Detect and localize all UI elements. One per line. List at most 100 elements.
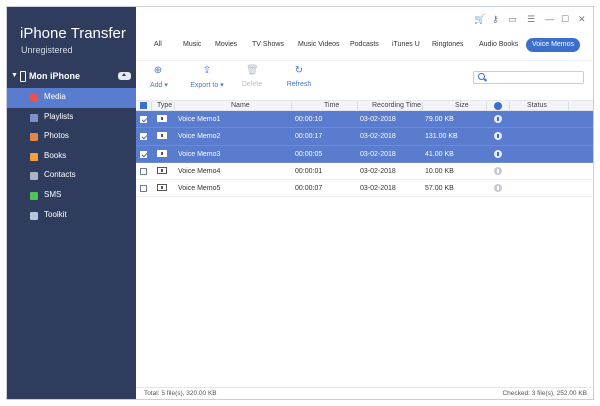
cell-time: 00:00:01 xyxy=(295,167,323,175)
status-bar: Total: 5 file(s), 320.00 KB Checked: 3 f… xyxy=(136,387,593,399)
sidebar-item-contacts[interactable]: Contacts xyxy=(7,166,136,186)
cell-time: 00:00:10 xyxy=(295,116,323,123)
cell-recording-time: 03-02-2018 xyxy=(360,116,396,123)
sidebar-item-media[interactable]: Media xyxy=(7,88,136,108)
col-type[interactable]: Type xyxy=(157,101,172,111)
col-recording-time[interactable]: Recording Time xyxy=(372,101,421,111)
minimize-icon[interactable]: — xyxy=(545,15,554,24)
select-all-checkbox[interactable] xyxy=(140,102,147,109)
cell-name: Voice Memo5 xyxy=(178,185,221,193)
table-header: Type Name Time Recording Time Size Statu… xyxy=(136,100,593,111)
column-divider xyxy=(174,102,175,110)
col-name[interactable]: Name xyxy=(231,101,250,111)
search-icon xyxy=(478,73,485,80)
key-icon[interactable]: ⚷ xyxy=(492,15,499,24)
export-icon: ⇪ xyxy=(202,65,212,76)
device-row[interactable]: ▼ Mon iPhone xyxy=(7,69,136,85)
tab-voice-memos[interactable]: Voice Memos xyxy=(526,38,581,52)
iphone-icon xyxy=(20,71,26,82)
voice-memo-icon xyxy=(157,132,167,140)
cell-time: 00:00:05 xyxy=(295,150,323,158)
menu-icon[interactable]: ☰ xyxy=(527,15,535,24)
table-row[interactable]: Voice Memo5 00:00:07 03-02-2018 57.00 KB xyxy=(136,180,593,198)
tab-music-videos[interactable]: Music Videos xyxy=(298,38,340,52)
sms-icon xyxy=(30,191,38,200)
row-checkbox[interactable] xyxy=(140,150,147,158)
table-row[interactable]: Voice Memo3 00:00:05 03-02-2018 41.00 KB xyxy=(136,145,593,163)
sync-status-icon xyxy=(494,149,502,158)
refresh-button[interactable]: ↻ Refresh xyxy=(284,65,314,88)
voice-memo-icon xyxy=(157,166,167,174)
tab-music[interactable]: Music xyxy=(183,38,201,52)
table-row[interactable]: Voice Memo2 00:00:17 03-02-2018 131.00 KB xyxy=(136,128,593,146)
eject-icon[interactable] xyxy=(118,72,131,80)
tab-audio-books[interactable]: Audio Books xyxy=(479,38,518,52)
cell-size: 41.00 KB xyxy=(425,150,454,158)
tab-podcasts[interactable]: Podcasts xyxy=(350,38,379,52)
sidebar-item-photos[interactable]: Photos xyxy=(7,127,136,147)
row-checkbox[interactable] xyxy=(140,167,147,175)
row-checkbox[interactable] xyxy=(140,185,147,193)
voice-memo-icon xyxy=(157,115,167,122)
delete-label: Delete xyxy=(241,81,263,88)
cell-name: Voice Memo4 xyxy=(178,167,221,175)
search-box[interactable] xyxy=(473,71,584,84)
cell-recording-time: 03-02-2018 xyxy=(360,167,396,175)
table-row[interactable]: Voice Memo4 00:00:01 03-02-2018 10.00 KB xyxy=(136,163,593,181)
sidebar-item-label: Toolkit xyxy=(44,209,67,219)
row-checkbox[interactable] xyxy=(140,133,147,141)
expand-arrow-icon[interactable]: ▼ xyxy=(11,72,18,79)
col-time[interactable]: Time xyxy=(324,101,339,111)
cell-size: 10.00 KB xyxy=(425,167,454,175)
add-button[interactable]: ⊕ Add ▾ xyxy=(150,65,168,89)
column-divider xyxy=(486,102,487,110)
chat-icon[interactable]: ▭ xyxy=(508,15,517,24)
checked-files-text: Checked: 3 file(s), 252.00 KB xyxy=(502,390,587,397)
cell-name: Voice Memo3 xyxy=(178,150,221,158)
cell-name: Voice Memo1 xyxy=(178,116,221,123)
row-checkbox[interactable] xyxy=(140,116,147,123)
sidebar-item-toolkit[interactable]: Toolkit xyxy=(7,206,136,226)
tab-all[interactable]: All xyxy=(154,38,162,52)
col-size[interactable]: Size xyxy=(455,101,469,111)
cell-size: 131.00 KB xyxy=(425,133,458,141)
maximize-icon[interactable]: ☐ xyxy=(561,15,569,24)
tab-movies[interactable]: Movies xyxy=(215,38,237,52)
table-row[interactable]: Voice Memo1 00:00:10 03-02-2018 79.00 KB xyxy=(136,111,593,129)
music-icon xyxy=(30,94,38,102)
sidebar: iPhone Transfer Unregistered ▼ Mon iPhon… xyxy=(7,7,136,399)
sync-status-icon xyxy=(494,184,502,193)
app-title: iPhone Transfer xyxy=(20,25,126,42)
device-name: Mon iPhone xyxy=(29,71,80,81)
sidebar-item-label: SMS xyxy=(44,189,62,199)
file-table: Type Name Time Recording Time Size Statu… xyxy=(136,100,593,198)
sidebar-item-sms[interactable]: SMS xyxy=(7,186,136,206)
total-files-text: Total: 5 file(s), 320.00 KB xyxy=(144,390,217,397)
photos-icon xyxy=(30,133,38,142)
delete-button[interactable]: 🗑 Delete xyxy=(240,65,264,88)
tab-ringtones[interactable]: Ringtones xyxy=(432,38,464,52)
cart-icon[interactable]: 🛒 xyxy=(474,15,485,24)
sidebar-item-label: Contacts xyxy=(44,170,76,180)
registration-status: Unregistered xyxy=(21,45,73,55)
cell-name: Voice Memo2 xyxy=(178,133,221,141)
column-divider xyxy=(291,102,292,110)
books-icon xyxy=(30,152,38,161)
plus-circle-icon: ⊕ xyxy=(153,65,163,76)
sidebar-item-label: Books xyxy=(44,150,67,160)
sidebar-item-playlists[interactable]: Playlists xyxy=(7,108,136,128)
tab-tv-shows[interactable]: TV Shows xyxy=(252,38,284,52)
trash-icon: 🗑 xyxy=(246,65,259,76)
column-divider xyxy=(151,102,152,110)
search-input[interactable] xyxy=(488,73,580,83)
column-divider xyxy=(509,102,510,110)
sidebar-item-books[interactable]: Books xyxy=(7,147,136,167)
tab-itunes-u[interactable]: iTunes U xyxy=(392,38,420,52)
contacts-icon xyxy=(30,172,38,181)
export-button[interactable]: ⇪ Export to ▾ xyxy=(188,65,226,89)
col-status[interactable]: Status xyxy=(527,101,547,111)
table-body: Voice Memo1 00:00:10 03-02-2018 79.00 KB Voi… xyxy=(136,111,593,198)
cell-time: 00:00:07 xyxy=(295,185,323,193)
close-icon[interactable]: ✕ xyxy=(578,15,586,24)
cell-size: 57.00 KB xyxy=(425,185,454,193)
